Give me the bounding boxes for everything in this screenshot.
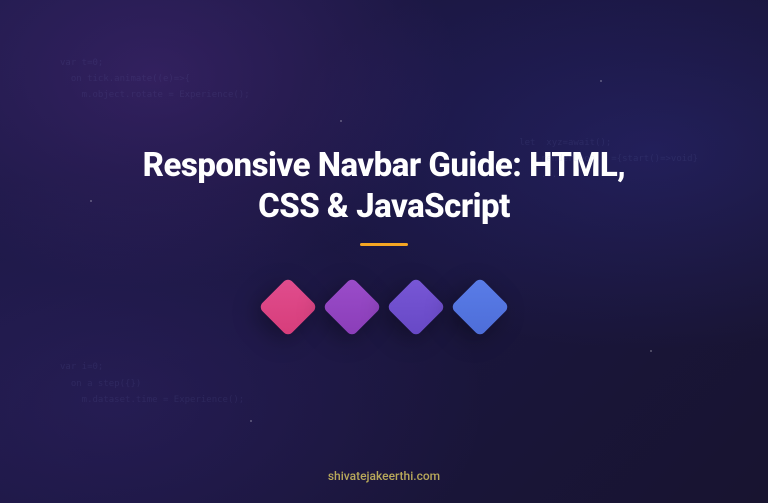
decorative-star — [250, 420, 252, 422]
decorative-star — [650, 350, 652, 352]
square-icon-4 — [450, 278, 509, 337]
title-underline — [360, 243, 408, 246]
decorative-star — [90, 200, 92, 202]
decorative-squares — [267, 286, 501, 328]
square-icon-3 — [386, 278, 445, 337]
square-icon-1 — [258, 278, 317, 337]
page-title: Responsive Navbar Guide: HTML, CSS & Jav… — [109, 145, 659, 228]
hero-banner: var t=0; on tick.animate((e)=>{ m.object… — [0, 0, 768, 503]
decorative-star — [600, 80, 602, 82]
decorative-code-bottom-left: var i=0; on a step({}) m.dataset.time = … — [60, 359, 244, 408]
square-icon-2 — [322, 278, 381, 337]
footer-domain: shivatejakeerthi.com — [0, 469, 768, 483]
decorative-code-top-left: var t=0; on tick.animate((e)=>{ m.object… — [60, 55, 250, 104]
decorative-star — [340, 120, 342, 122]
title-block: Responsive Navbar Guide: HTML, CSS & Jav… — [109, 145, 659, 247]
